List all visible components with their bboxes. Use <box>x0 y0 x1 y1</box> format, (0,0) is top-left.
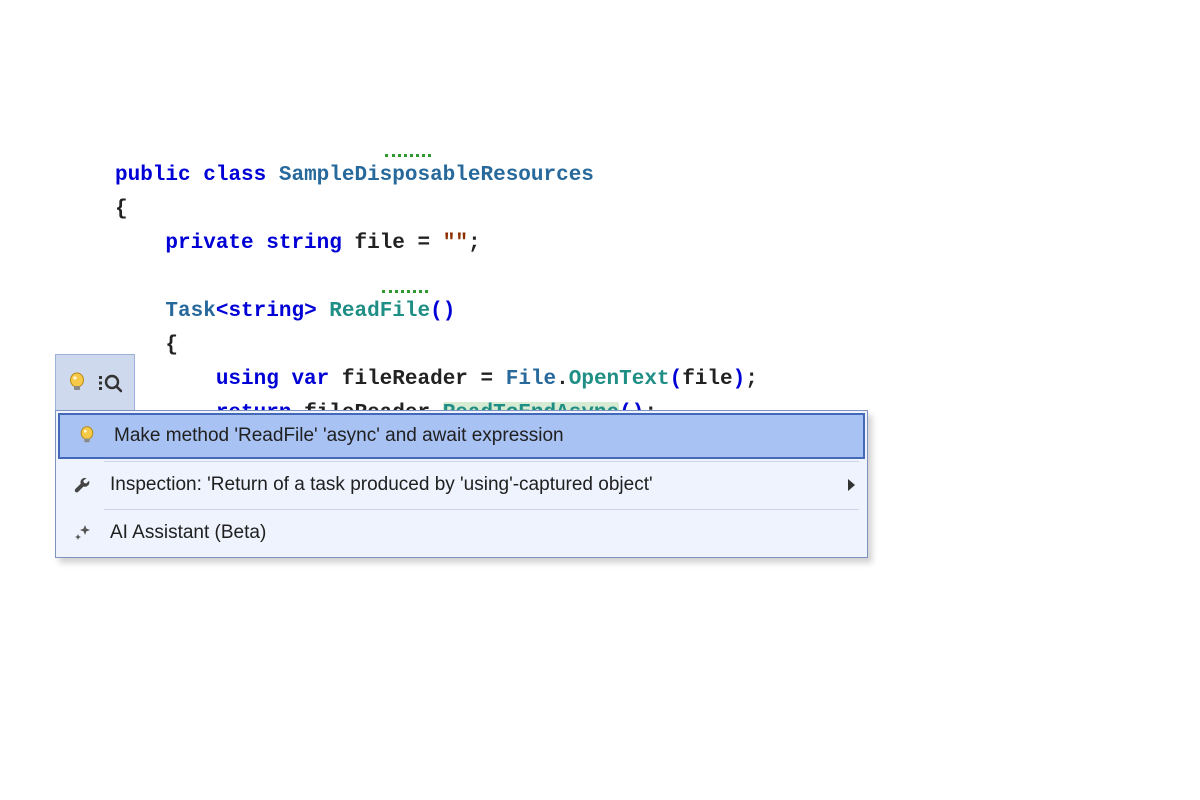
quickfix-item-ai-assistant[interactable]: AI Assistant (Beta) <box>56 509 867 557</box>
class-name: SampleDisposableResources <box>279 164 594 187</box>
type-file: File <box>506 368 556 391</box>
method-opentext: OpenText <box>569 368 670 391</box>
hint-underline-readfile <box>382 290 428 293</box>
keyword-string: string <box>266 232 342 255</box>
brace: { <box>115 198 128 221</box>
method-name: ReadFile <box>329 300 430 323</box>
quickfix-item-inspection[interactable]: Inspection: 'Return of a task produced b… <box>56 461 867 509</box>
string-literal: "" <box>443 232 468 255</box>
sparkle-icon <box>66 523 100 543</box>
pencil-search-icon <box>98 373 122 393</box>
quickfix-item-label: AI Assistant (Beta) <box>110 522 855 544</box>
quickfix-item-label: Inspection: 'Return of a task produced b… <box>110 474 840 496</box>
quickfix-popup: Make method 'ReadFile' 'async' and await… <box>55 410 868 558</box>
lightbulb-icon <box>70 426 104 446</box>
quickfix-item-label: Make method 'ReadFile' 'async' and await… <box>114 425 851 447</box>
lightbulb-icon <box>68 372 86 394</box>
hint-underline-classname <box>385 154 431 157</box>
keyword-public: public <box>115 164 191 187</box>
wrench-icon <box>66 475 100 495</box>
type-task: Task <box>165 300 215 323</box>
keyword-var: var <box>291 368 329 391</box>
chevron-right-icon <box>848 479 855 491</box>
quickfix-gutter-pill[interactable] <box>55 354 135 410</box>
var-filereader: fileReader <box>342 368 468 391</box>
quickfix-item-make-async[interactable]: Make method 'ReadFile' 'async' and await… <box>58 413 865 459</box>
field-name: file <box>354 232 404 255</box>
keyword-using: using <box>216 368 279 391</box>
code-editor[interactable]: public class SampleDisposableResources {… <box>115 125 758 431</box>
keyword-class: class <box>203 164 266 187</box>
keyword-private: private <box>165 232 253 255</box>
